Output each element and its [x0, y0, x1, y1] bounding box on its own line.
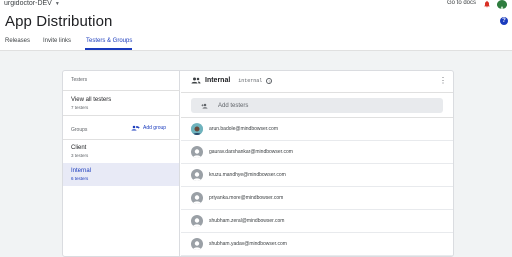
- group-item-internal[interactable]: Internal 6 testers: [63, 163, 179, 186]
- group-name: Client: [71, 145, 87, 151]
- person-icon: [193, 195, 201, 204]
- notifications-bell-icon[interactable]: [483, 0, 491, 8]
- tab-releases[interactable]: Releases: [5, 38, 30, 44]
- tester-avatar: [191, 192, 203, 204]
- person-icon: [193, 241, 201, 250]
- group-icon: [191, 77, 201, 84]
- page-title: App Distribution: [5, 13, 113, 30]
- tester-row[interactable]: arun.badole@mindbowser.com: [181, 118, 453, 141]
- group-name-title: Internal: [205, 77, 231, 84]
- person-icon: [193, 172, 201, 181]
- person-icon: [193, 218, 201, 227]
- header-divider: [0, 50, 512, 51]
- tester-row[interactable]: shubham.yadav@mindbowser.com: [181, 233, 453, 256]
- group-name: Internal: [71, 168, 92, 174]
- group-title: Internal internal ?: [191, 77, 273, 84]
- caret-down-icon[interactable]: ▼: [55, 1, 60, 7]
- tab-testers-groups[interactable]: Testers & Groups: [86, 38, 132, 44]
- add-person-icon: [201, 103, 208, 108]
- tester-email: kruzu.mandhye@mindbowser.com: [209, 172, 286, 178]
- tab-bar: Releases Invite links Testers & Groups: [0, 37, 512, 50]
- group-count: 3 testers: [71, 153, 89, 158]
- tester-email: priyanka.more@mindbowser.com: [209, 195, 284, 201]
- project-name[interactable]: urgidoctor-DEV: [4, 0, 52, 7]
- tester-photo-avatar: [191, 123, 203, 135]
- view-all-testers-count: 7 testers: [71, 105, 89, 110]
- testers-groups-card: Testers View all testers 7 testers Group…: [62, 70, 454, 257]
- account-avatar[interactable]: [497, 0, 507, 9]
- group-detail-panel: Internal internal ? ⋮ Add testers arun.b…: [181, 71, 453, 256]
- avatar-image-icon: [497, 4, 507, 9]
- add-group-icon: [131, 125, 140, 131]
- info-icon[interactable]: ?: [266, 77, 273, 84]
- tester-email: shubham.zeral@mindbowser.com: [209, 218, 285, 224]
- more-options-icon[interactable]: ⋮: [439, 77, 447, 85]
- tester-email: shubham.yadav@mindbowser.com: [209, 241, 287, 247]
- project-selector[interactable]: urgidoctor-DEV ▼: [4, 0, 60, 7]
- app-header: urgidoctor-DEV ▼ App Distribution Go to …: [0, 0, 512, 50]
- tester-avatar: [191, 215, 203, 227]
- divider: [181, 92, 453, 93]
- groups-sidebar: Testers View all testers 7 testers Group…: [63, 71, 180, 256]
- tester-avatar: [191, 146, 203, 158]
- add-group-button[interactable]: Add group: [131, 125, 166, 131]
- tester-email: arun.badole@mindbowser.com: [209, 126, 279, 132]
- tester-avatar: [191, 238, 203, 250]
- testers-heading: Testers: [71, 77, 88, 83]
- group-alias: internal: [238, 77, 263, 84]
- person-photo-icon: [191, 124, 203, 135]
- help-icon[interactable]: ?: [500, 17, 508, 25]
- add-group-label: Add group: [143, 125, 167, 131]
- group-count: 6 testers: [71, 176, 89, 181]
- group-item-client[interactable]: Client 3 testers: [63, 140, 179, 162]
- divider: [63, 115, 180, 116]
- tester-email: gaurav.darshankar@mindbowser.com: [209, 149, 293, 155]
- add-testers-label: Add testers: [218, 102, 249, 109]
- tester-row[interactable]: shubham.zeral@mindbowser.com: [181, 210, 453, 233]
- tester-row[interactable]: kruzu.mandhye@mindbowser.com: [181, 164, 453, 187]
- person-icon: [193, 149, 201, 158]
- groups-heading: Groups: [71, 127, 88, 133]
- tester-row[interactable]: priyanka.more@mindbowser.com: [181, 187, 453, 210]
- view-all-testers-item[interactable]: View all testers 7 testers: [63, 91, 179, 114]
- tester-avatar: [191, 169, 203, 181]
- go-to-docs-link[interactable]: Go to docs: [447, 0, 476, 6]
- add-testers-button[interactable]: Add testers: [191, 98, 443, 113]
- view-all-testers-label: View all testers: [71, 97, 112, 103]
- tab-invite-links[interactable]: Invite links: [43, 38, 71, 44]
- tester-row[interactable]: gaurav.darshankar@mindbowser.com: [181, 141, 453, 164]
